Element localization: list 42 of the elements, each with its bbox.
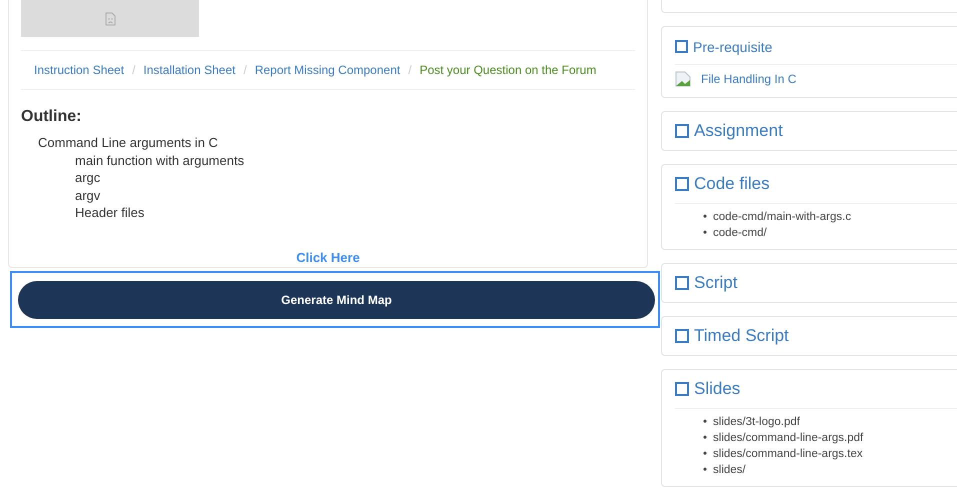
bullet: • bbox=[703, 463, 708, 478]
file-item: slides/3t-logo.pdf bbox=[713, 415, 800, 430]
outline-item: argc bbox=[75, 169, 102, 186]
file-item: code-cmd/main-with-args.c bbox=[713, 210, 852, 225]
click-here-link[interactable]: Click Here bbox=[21, 250, 635, 264]
breadcrumb-link[interactable]: Installation Sheet bbox=[143, 63, 236, 77]
breadcrumb-separator: / bbox=[408, 63, 412, 77]
breadcrumb-separator: / bbox=[243, 63, 247, 77]
bullet: • bbox=[703, 210, 708, 225]
outline-heading: Outline: bbox=[21, 108, 82, 126]
checkbox-icon bbox=[675, 329, 689, 343]
bullet: • bbox=[703, 431, 708, 446]
file-item: slides/command-line-args.pdf bbox=[713, 431, 864, 446]
panel-title: Script bbox=[694, 273, 738, 293]
broken-image-icon bbox=[675, 71, 691, 87]
bullet: • bbox=[703, 415, 708, 430]
breadcrumb-link[interactable]: Report Missing Component bbox=[254, 63, 400, 77]
outline-item: argv bbox=[75, 186, 102, 204]
panel-title: Pre-requisite bbox=[693, 38, 772, 54]
broken-file-icon bbox=[104, 12, 116, 26]
checkbox-icon bbox=[675, 124, 689, 138]
panel-title: Assignment bbox=[694, 121, 783, 141]
breadcrumb-separator: / bbox=[132, 63, 136, 77]
breadcrumb-link[interactable]: Instruction Sheet bbox=[34, 63, 124, 77]
panel-title: Code files bbox=[694, 174, 770, 194]
bullet: • bbox=[703, 447, 708, 462]
panel-title: Timed Script bbox=[694, 326, 789, 346]
panel-title: Slides bbox=[694, 379, 740, 399]
outline-item: Command Line arguments in C bbox=[38, 134, 219, 152]
outline-item: Header files bbox=[75, 204, 146, 222]
file-item: slides/command-line-args.tex bbox=[713, 447, 863, 462]
generate-mind-map-button[interactable]: Generate Mind Map bbox=[18, 281, 655, 319]
prerequisite-link[interactable]: File Handling In C bbox=[701, 72, 796, 86]
checkbox-icon bbox=[675, 276, 689, 290]
checkbox-icon bbox=[675, 177, 689, 191]
outline-item: main function with arguments bbox=[75, 152, 246, 169]
breadcrumb-link[interactable]: Post your Question on the Forum bbox=[420, 63, 596, 77]
bullet: • bbox=[703, 226, 708, 241]
checkbox-icon bbox=[675, 382, 689, 396]
file-item: code-cmd/ bbox=[713, 226, 767, 241]
checkbox-icon bbox=[675, 40, 688, 53]
file-item: slides/ bbox=[713, 463, 746, 478]
